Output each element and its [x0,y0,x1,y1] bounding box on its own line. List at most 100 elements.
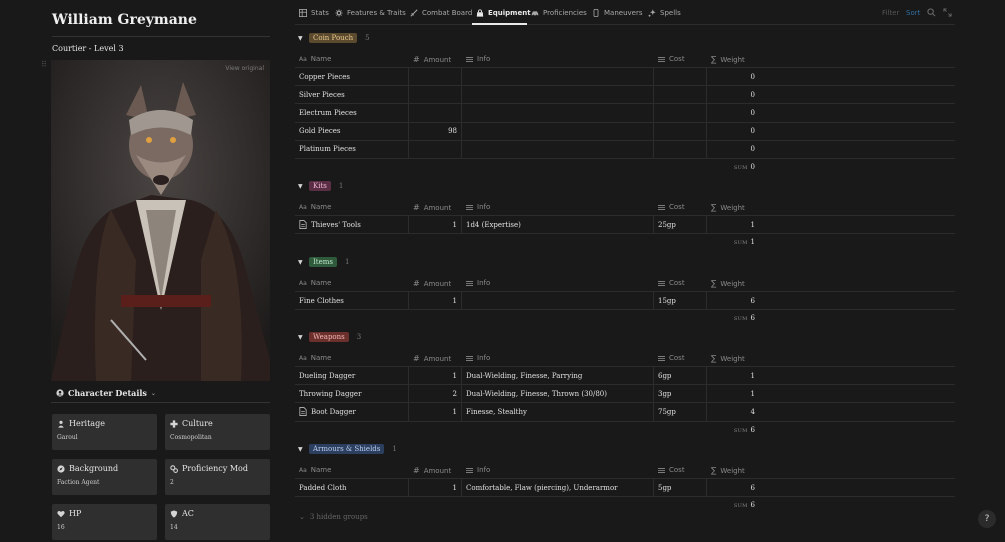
column-header-info[interactable]: Info [466,55,490,63]
column-header-cost[interactable]: Cost [658,354,685,362]
column-header-name[interactable]: Aa Name [299,354,331,362]
cell-cost[interactable]: 3gp [658,385,671,402]
table-row[interactable]: Silver Pieces 0 [295,86,955,105]
table-row[interactable]: Gold Pieces 98 0 [295,122,955,141]
group-header[interactable]: ▼ Armours & Shields 1 [295,442,955,456]
drag-handle-icon[interactable]: ⠿ [41,61,47,69]
column-header-name[interactable]: Aa Name [299,466,331,474]
cell-amount[interactable] [409,104,457,121]
column-header-amount[interactable]: # Amount [413,466,451,475]
cell-info[interactable]: Dual-Wielding, Finesse, Parrying [466,367,582,384]
cell-info[interactable]: Dual-Wielding, Finesse, Thrown (30/80) [466,385,607,402]
column-header-cost[interactable]: Cost [658,203,685,211]
cell-amount[interactable] [409,141,457,158]
cell-name[interactable]: Copper Pieces [299,68,350,85]
cell-amount[interactable] [409,86,457,103]
table-row[interactable]: Thieves' Tools 1 1d4 (Expertise) 25gp 1 [295,216,955,235]
cell-info[interactable]: Finesse, Stealthy [466,403,527,420]
cell-name[interactable]: Electrum Pieces [299,104,357,121]
cell-name[interactable]: Gold Pieces [299,123,341,140]
cell-name[interactable]: Padded Cloth [299,479,347,496]
column-header-weight[interactable]: ∑ Weight [711,466,745,475]
table-row[interactable]: Padded Cloth 1 Comfortable, Flaw (piercing… [295,479,955,498]
cell-weight[interactable]: 1 [707,367,755,384]
cell-weight[interactable]: 0 [707,104,755,121]
column-header-amount[interactable]: # Amount [413,203,451,212]
cell-weight[interactable]: 0 [707,86,755,103]
cell-name[interactable]: Silver Pieces [299,86,345,103]
cell-amount[interactable]: 1 [409,292,457,309]
column-header-info[interactable]: Info [466,354,490,362]
cell-cost[interactable]: 5gp [658,479,671,496]
column-header-weight[interactable]: ∑ Weight [711,203,745,212]
cell-weight[interactable]: 4 [707,403,755,420]
column-header-name[interactable]: Aa Name [299,55,331,63]
cell-cost[interactable]: 6gp [658,367,671,384]
cell-amount[interactable]: 1 [409,403,457,420]
view-original-button[interactable]: View original [225,65,264,72]
cell-weight[interactable]: 1 [707,216,755,233]
help-button[interactable]: ? [978,510,996,528]
cell-name[interactable]: Throwing Dagger [299,385,361,402]
triangle-down-icon[interactable]: ▼ [295,183,309,190]
column-header-amount[interactable]: # Amount [413,55,451,64]
cell-cost[interactable]: 25gp [658,216,676,233]
column-header-amount[interactable]: # Amount [413,354,451,363]
triangle-down-icon[interactable]: ▼ [295,446,309,453]
column-header-info[interactable]: Info [466,203,490,211]
card-hp[interactable]: HP 16 [52,504,157,540]
tab-features-traits[interactable]: Features & Traits [335,9,406,17]
search-icon[interactable] [927,8,936,19]
tab-equipment[interactable]: Equipment [476,9,531,17]
cell-name[interactable]: Fine Clothes [299,292,344,309]
tab-stats[interactable]: Stats [299,9,329,17]
hidden-groups-toggle[interactable]: ⌄ 3 hidden groups [299,513,368,521]
table-row[interactable]: Electrum Pieces 0 [295,104,955,123]
table-row[interactable]: Boot Dagger 1 Finesse, Stealthy 75gp 4 [295,403,955,422]
group-header[interactable]: ▼ Kits 1 [295,179,955,193]
card-culture[interactable]: Culture Cosmopolitan [165,414,270,450]
column-header-name[interactable]: Aa Name [299,279,331,287]
table-row[interactable]: Dueling Dagger 1 Dual-Wielding, Finesse, P… [295,367,955,386]
tab-maneuvers[interactable]: Maneuvers [592,9,642,17]
cell-info[interactable]: 1d4 (Expertise) [466,216,521,233]
group-header[interactable]: ▼ Weapons 3 [295,330,955,344]
cell-name[interactable]: Platinum Pieces [299,141,356,158]
cell-info[interactable]: Comfortable, Flaw (piercing), Underarmor [466,479,618,496]
card-heritage[interactable]: Heritage Garoul [52,414,157,450]
table-row[interactable]: Platinum Pieces 0 [295,140,955,159]
cell-amount[interactable]: 1 [409,216,457,233]
filter-button[interactable]: Filter [882,9,899,17]
column-header-cost[interactable]: Cost [658,55,685,63]
column-header-cost[interactable]: Cost [658,466,685,474]
triangle-down-icon[interactable]: ▼ [295,35,309,42]
cell-name[interactable]: Boot Dagger [299,403,356,420]
cell-amount[interactable] [409,68,457,85]
triangle-down-icon[interactable]: ▼ [295,334,309,341]
cell-amount[interactable]: 1 [409,479,457,496]
card-proficiency-mod[interactable]: Proficiency Mod 2 [165,459,270,495]
cell-weight[interactable]: 6 [707,292,755,309]
card-background[interactable]: Background Faction Agent [52,459,157,495]
sort-button[interactable]: Sort [906,9,920,17]
cell-name[interactable]: Thieves' Tools [299,216,361,233]
column-header-info[interactable]: Info [466,466,490,474]
column-header-weight[interactable]: ∑ Weight [711,279,745,288]
group-header[interactable]: ▼ Items 1 [295,255,955,269]
cell-weight[interactable]: 1 [707,385,755,402]
column-header-cost[interactable]: Cost [658,279,685,287]
table-row[interactable]: Fine Clothes 1 15gp 6 [295,292,955,311]
cell-amount[interactable]: 98 [409,123,457,140]
tab-proficiencies[interactable]: Proficiencies [531,9,587,17]
cell-weight[interactable]: 6 [707,479,755,496]
group-header[interactable]: ▼ Coin Pouch 5 [295,31,955,45]
column-header-amount[interactable]: # Amount [413,279,451,288]
table-row[interactable]: Copper Pieces 0 [295,68,955,87]
cell-amount[interactable]: 1 [409,367,457,384]
expand-icon[interactable] [943,8,952,19]
card-ac[interactable]: AC 14 [165,504,270,540]
tab-combat-board[interactable]: Combat Board [410,9,472,17]
cell-weight[interactable]: 0 [707,123,755,140]
column-header-name[interactable]: Aa Name [299,203,331,211]
cell-amount[interactable]: 2 [409,385,457,402]
